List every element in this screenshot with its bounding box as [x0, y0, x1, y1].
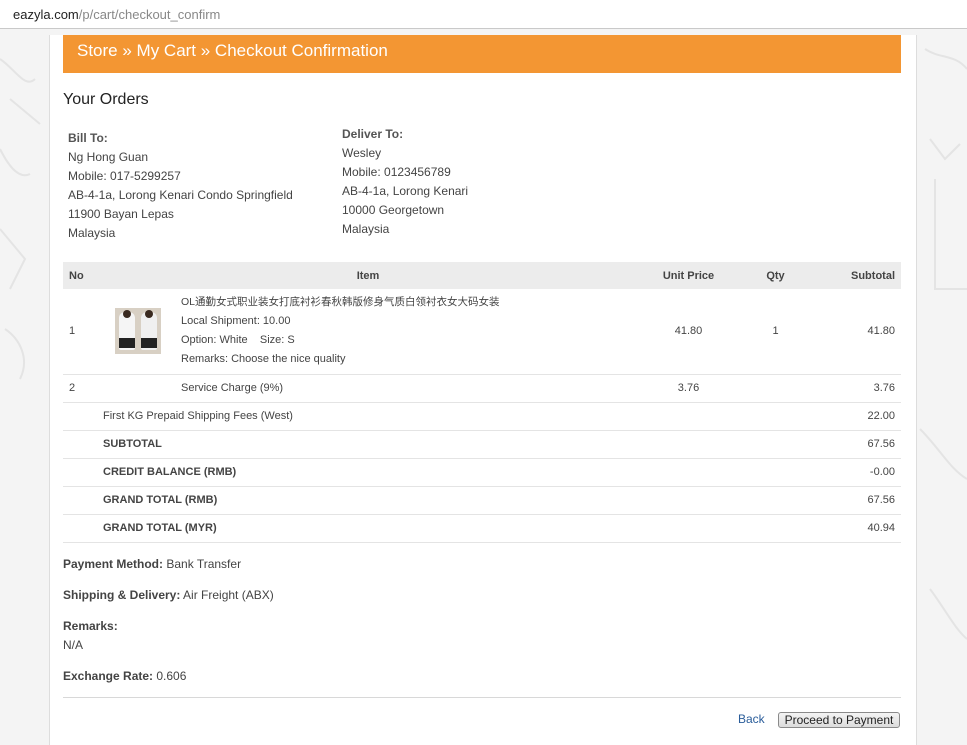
payment-method-label: Payment Method: — [63, 557, 164, 571]
summary-row-subtotal: SUBTOTAL 67.56 — [63, 430, 901, 459]
shipping-delivery-value: Air Freight (ABX) — [183, 588, 274, 602]
divider — [63, 697, 901, 698]
bill-to-country: Malaysia — [68, 226, 116, 240]
browser-url-bar[interactable]: eazyla.com/p/cart/checkout_confirm — [0, 0, 967, 29]
product-remarks: Remarks: Choose the nice quality — [181, 353, 346, 366]
deliver-to-name: Wesley — [342, 146, 382, 160]
exchange-rate: Exchange Rate: 0.606 — [63, 669, 186, 683]
summary-label: First KG Prepaid Shipping Fees (West) — [63, 402, 809, 431]
header-qty: Qty — [742, 262, 809, 289]
bill-to-heading: Bill To: — [68, 131, 108, 145]
back-link[interactable]: Back — [738, 712, 765, 726]
summary-row-grand-total-rmb: GRAND TOTAL (RMB) 67.56 — [63, 486, 901, 515]
deliver-to-mobile: Mobile: 0123456789 — [342, 165, 451, 179]
header-subtotal: Subtotal — [809, 262, 901, 289]
table-row-product: 1 OL通勤女式职业装女打底衬衫春秋韩版修身气质白领衬衣女大码女装 Local … — [63, 289, 901, 375]
summary-label: GRAND TOTAL (RMB) — [63, 486, 809, 515]
remarks-label: Remarks: — [63, 619, 118, 633]
remarks-value: N/A — [63, 638, 84, 652]
page-title: Your Orders — [63, 91, 149, 108]
summary-value: -0.00 — [809, 458, 901, 487]
exchange-rate-label: Exchange Rate: — [63, 669, 154, 683]
summary-label: GRAND TOTAL (MYR) — [63, 514, 809, 543]
summary-row-shipping-fee: First KG Prepaid Shipping Fees (West) 22… — [63, 402, 901, 431]
payment-method: Payment Method: Bank Transfer — [63, 557, 241, 571]
bill-to-mobile: Mobile: 017-5299257 — [68, 169, 181, 183]
header-no: No — [63, 262, 101, 289]
order-table: No Item Unit Price Qty Subtotal 1 OL通勤女式… — [63, 262, 901, 543]
product-shipment: Local Shipment: 10.00 — [181, 315, 291, 328]
shipping-delivery-label: Shipping & Delivery: — [63, 588, 181, 602]
product-unit-price: 41.80 — [635, 289, 742, 375]
product-no: 1 — [63, 289, 101, 375]
deliver-to-city: 10000 Georgetown — [342, 203, 445, 217]
service-unit-price: 3.76 — [635, 374, 742, 403]
product-image-cell — [101, 289, 175, 375]
service-no: 2 — [63, 374, 101, 403]
table-row-service: 2 Service Charge (9%) 3.76 3.76 — [63, 374, 901, 403]
header-item: Item — [101, 262, 635, 289]
summary-row-grand-total-myr: GRAND TOTAL (MYR) 40.94 — [63, 514, 901, 543]
bill-to-name: Ng Hong Guan — [68, 150, 149, 164]
proceed-to-payment-button[interactable]: Proceed to Payment — [778, 712, 900, 728]
header-unit-price: Unit Price — [635, 262, 742, 289]
summary-value: 22.00 — [809, 402, 901, 431]
summary-value: 40.94 — [809, 514, 901, 543]
summary-label: SUBTOTAL — [63, 430, 809, 459]
summary-value: 67.56 — [809, 430, 901, 459]
breadcrumb-title: Store » My Cart » Checkout Confirmation — [77, 41, 388, 60]
summary-value: 67.56 — [809, 486, 901, 515]
service-label: Service Charge (9%) — [175, 374, 635, 403]
product-details: OL通勤女式职业装女打底衬衫春秋韩版修身气质白领衬衣女大码女装 Local Sh… — [175, 289, 635, 375]
bill-to-address: Bill To: Ng Hong Guan Mobile: 017-529925… — [68, 129, 293, 243]
product-subtotal: 41.80 — [809, 289, 901, 375]
deliver-to-street: AB-4-1a, Lorong Kenari — [342, 184, 469, 198]
product-title[interactable]: OL通勤女式职业装女打底衬衫春秋韩版修身气质白领衬衣女大码女装 — [181, 293, 629, 312]
deliver-to-address: Deliver To: Wesley Mobile: 0123456789 AB… — [342, 125, 468, 239]
summary-label: CREDIT BALANCE (RMB) — [63, 458, 809, 487]
service-subtotal: 3.76 — [809, 374, 901, 403]
product-image[interactable] — [115, 308, 161, 355]
order-remarks: Remarks: — [63, 619, 118, 633]
deliver-to-heading: Deliver To: — [342, 127, 404, 141]
payment-method-value: Bank Transfer — [166, 557, 242, 571]
table-header-row: No Item Unit Price Qty Subtotal — [63, 262, 901, 289]
summary-row-credit-balance: CREDIT BALANCE (RMB) -0.00 — [63, 458, 901, 487]
bill-to-street: AB-4-1a, Lorong Kenari Condo Springfield — [68, 188, 293, 202]
url-text[interactable]: eazyla.com/p/cart/checkout_confirm — [13, 7, 220, 22]
url-host: eazyla.com — [13, 7, 79, 22]
bill-to-city: 11900 Bayan Lepas — [68, 207, 174, 221]
deliver-to-country: Malaysia — [342, 222, 390, 236]
url-path: /p/cart/checkout_confirm — [78, 7, 221, 22]
breadcrumb-banner: Store » My Cart » Checkout Confirmation — [63, 35, 901, 73]
product-option: Option: White Size: S — [181, 334, 295, 347]
product-qty: 1 — [742, 289, 809, 375]
exchange-rate-value: 0.606 — [156, 669, 187, 683]
checkout-page-container: Store » My Cart » Checkout Confirmation … — [49, 35, 917, 745]
shipping-delivery: Shipping & Delivery: Air Freight (ABX) — [63, 588, 274, 602]
